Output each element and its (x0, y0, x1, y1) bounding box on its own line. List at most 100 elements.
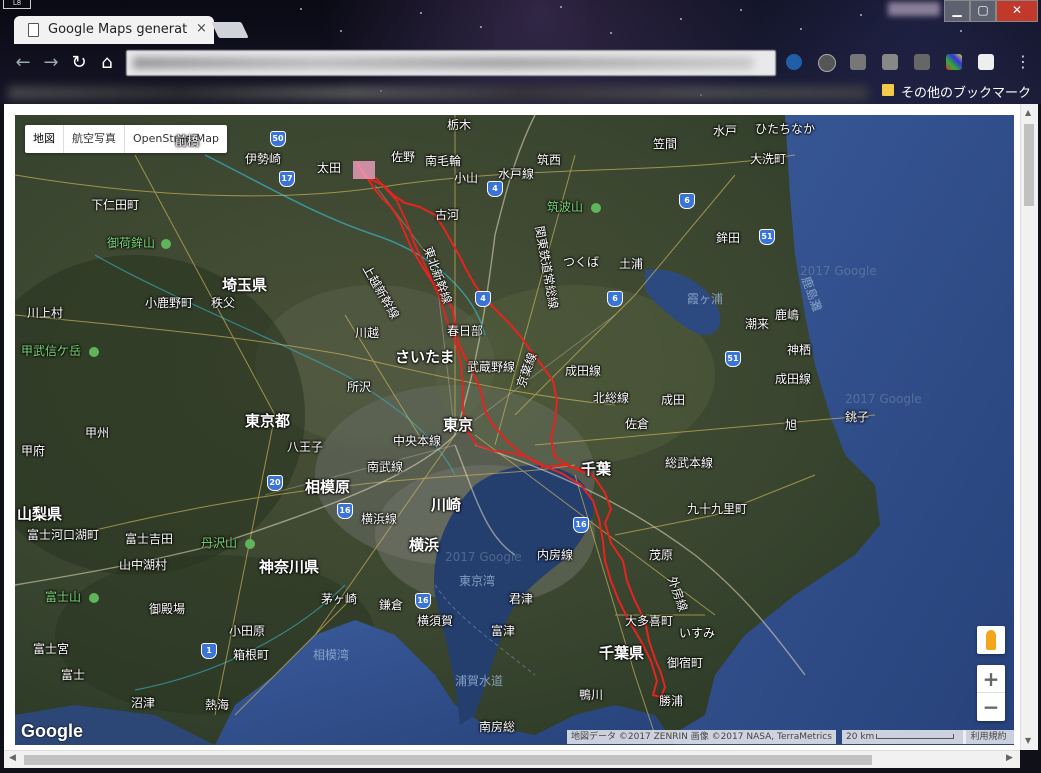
reload-icon[interactable]: ↻ (68, 52, 90, 74)
map-watermark: 2017 Google (445, 550, 522, 564)
street-view-pegman-icon[interactable] (977, 626, 1005, 654)
route-shield: 4 (487, 181, 503, 197)
browser-tab[interactable]: Google Maps generate × (14, 16, 214, 44)
zoom-control[interactable]: + − (977, 665, 1005, 721)
route-shield: 50 (270, 131, 286, 147)
mountain-icon (161, 239, 171, 249)
place-label: 熱海 (205, 698, 230, 712)
tab-title: Google Maps generate (48, 22, 188, 37)
scroll-down-icon[interactable]: ▼ (1025, 736, 1031, 745)
place-label: 茂原 (649, 548, 674, 562)
bay-label: 浦賀水道 (455, 674, 504, 688)
route-shield: 51 (759, 229, 775, 245)
prefecture-label: 千葉県 (599, 644, 645, 662)
other-bookmarks[interactable]: その他のブックマーク (901, 82, 1031, 101)
extension-key-icon[interactable] (850, 54, 866, 70)
place-label: 成田線 (775, 372, 812, 386)
place-label: 前橋 (175, 134, 200, 148)
scale-label: 20 km (846, 732, 875, 742)
menu-icon[interactable]: ⋮ (1015, 52, 1031, 71)
address-bar[interactable] (126, 50, 776, 76)
map-view[interactable]: 地図 航空写真 OpenStreetMap 2017 Google 2017 G… (15, 115, 1014, 745)
place-label: 銚子 (845, 410, 870, 424)
place-label: 箱根町 (233, 648, 270, 662)
back-arrow-icon[interactable]: ← (12, 52, 34, 74)
scrollbar-thumb[interactable] (24, 755, 872, 765)
home-icon[interactable]: ⌂ (96, 52, 118, 74)
place-label: 御宿町 (667, 656, 704, 670)
map-type-roadmap[interactable]: 地図 (25, 125, 64, 153)
place-label: 川上村 (27, 306, 64, 320)
bay-label: 東京湾 (459, 574, 496, 588)
profile-icon[interactable]: L8 (3, 0, 31, 9)
prefecture-label: 東京都 (245, 412, 291, 430)
place-label: 太田 (317, 161, 342, 175)
place-label: 富津 (491, 624, 516, 638)
tab-close-button[interactable]: × (196, 21, 207, 36)
place-label: 旭 (785, 418, 798, 432)
scrollbar-thumb[interactable] (1024, 124, 1034, 206)
mountain-icon (245, 539, 255, 549)
place-label: 鉾田 (716, 231, 741, 245)
route-shield: 4 (475, 291, 491, 307)
place-label: 内房線 (537, 548, 574, 562)
google-logo[interactable]: Google (21, 721, 83, 742)
place-label: 秩父 (211, 296, 236, 310)
place-label: 成田 (661, 393, 686, 407)
place-label: 水戸線 (498, 167, 535, 181)
place-label: 笠間 (653, 137, 678, 151)
place-label: 古河 (435, 208, 460, 222)
place-label: 横須賀 (417, 614, 454, 628)
place-label: ひたちなか (755, 122, 816, 136)
minimize-button[interactable]: ▁ (944, 0, 970, 22)
mountain-icon (89, 593, 99, 603)
city-label: 東京 (443, 416, 474, 434)
place-label: 甲州 (85, 426, 110, 440)
place-label: 土浦 (619, 257, 644, 271)
place-label: 下仁田町 (91, 198, 140, 212)
scroll-up-icon[interactable]: ▲ (1025, 108, 1031, 117)
extension-circle-icon[interactable] (818, 54, 836, 72)
place-label: 神栖 (787, 343, 812, 357)
place-label: 伊勢崎 (245, 152, 282, 166)
horizontal-scrollbar[interactable]: ◀ ▶ (4, 750, 1020, 768)
place-label: 八王子 (287, 440, 324, 454)
zoom-out-button[interactable]: − (977, 693, 1005, 721)
place-label: 富士河口湖町 (27, 528, 100, 542)
place-label: 横浜線 (361, 512, 398, 526)
vertical-scrollbar[interactable]: ▲ ▼ (1020, 104, 1038, 750)
route-shield: 6 (679, 193, 695, 209)
close-window-button[interactable]: ✕ (996, 0, 1038, 22)
place-label: 鎌倉 (379, 598, 404, 612)
place-label: 佐倉 (625, 417, 650, 431)
place-label: 御殿場 (149, 602, 186, 616)
extension-color-icon[interactable] (946, 54, 962, 70)
mountain-icon (591, 203, 601, 213)
zoom-in-button[interactable]: + (977, 665, 1005, 693)
map-type-satellite[interactable]: 航空写真 (64, 125, 125, 153)
map-scale[interactable]: 20 km (842, 730, 966, 744)
forward-arrow-icon[interactable]: → (40, 52, 62, 74)
extension-note-icon[interactable] (882, 54, 898, 70)
city-label: 川崎 (431, 496, 462, 514)
maximize-button[interactable]: ▢ (970, 0, 996, 22)
route-shield: 16 (337, 503, 353, 519)
extension-font-icon[interactable] (978, 54, 994, 70)
terms-link[interactable]: 利用規約 (963, 730, 1014, 744)
place-label: 栃木 (447, 118, 472, 132)
place-label: 富士宮 (33, 642, 70, 656)
place-label: 南房総 (479, 720, 516, 734)
prefecture-label: 埼玉県 (222, 276, 268, 294)
route-shield: 20 (267, 475, 283, 491)
extension-es-icon[interactable] (914, 54, 930, 70)
extension-edge-icon[interactable] (786, 54, 802, 70)
place-label: 南武線 (367, 460, 404, 474)
place-label: 南毛輪 (425, 154, 462, 168)
profile-name (888, 2, 940, 16)
scroll-right-icon[interactable]: ▶ (1006, 753, 1013, 763)
scroll-left-icon[interactable]: ◀ (9, 753, 16, 763)
place-label: 武蔵野線 (467, 360, 516, 374)
place-label: 勝浦 (659, 694, 684, 708)
mountain-label: 丹沢山 (201, 536, 238, 550)
bookmarks-bar-items[interactable] (8, 86, 868, 100)
